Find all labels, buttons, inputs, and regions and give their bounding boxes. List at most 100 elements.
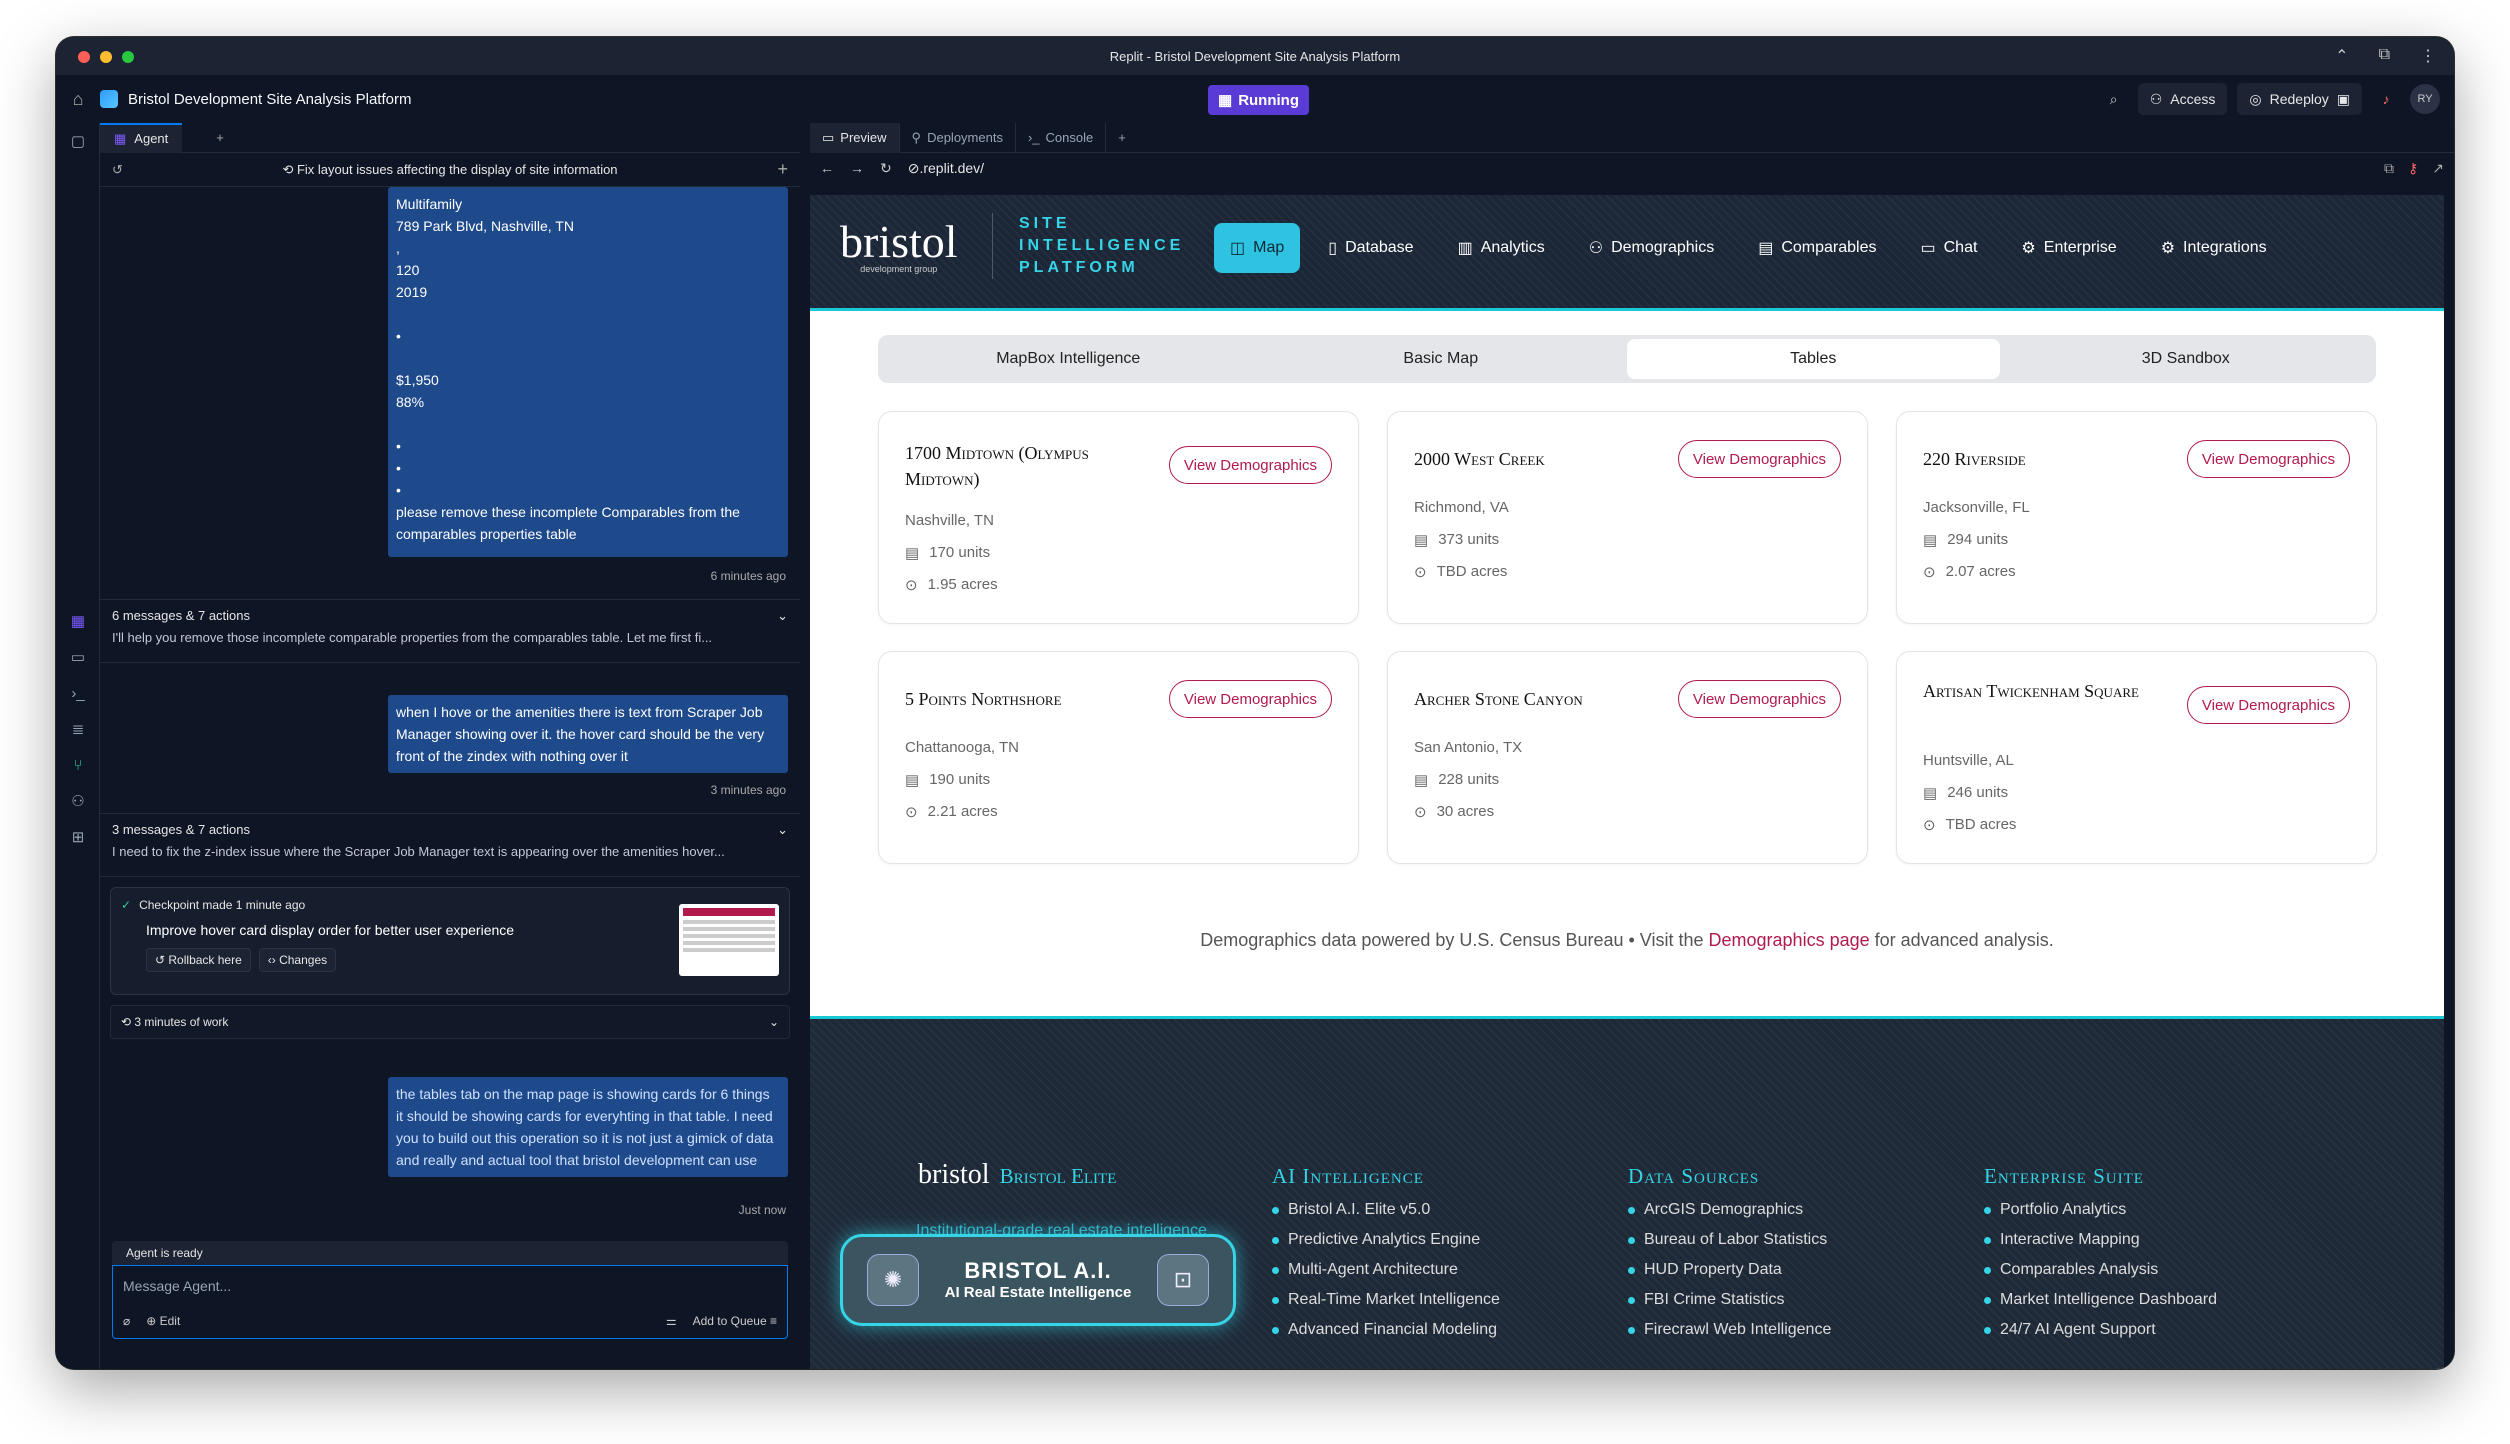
msg-line: 2019: [396, 284, 428, 300]
footer-link[interactable]: 24/7 AI Agent Support: [1984, 1321, 2217, 1339]
actions-summary[interactable]: 6 messages & 7 actions ⌄ I'll help you rem…: [100, 599, 800, 663]
footer-link[interactable]: Firecrawl Web Intelligence: [1628, 1321, 1831, 1339]
database-icon: ▯: [1328, 240, 1338, 257]
redeploy-button[interactable]: ◎ Redeploy ▣: [2237, 83, 2362, 115]
tab-preview[interactable]: ▭ Preview: [810, 122, 900, 153]
nav-chat[interactable]: ▭ Chat: [1905, 223, 1994, 273]
key-icon[interactable]: ⚷: [2408, 160, 2418, 177]
access-button[interactable]: ⚇ Access: [2137, 83, 2228, 115]
nav-map[interactable]: ◫ Map: [1214, 223, 1301, 273]
demographics-page-link[interactable]: Demographics page: [1709, 930, 1870, 950]
new-task-icon[interactable]: +: [777, 159, 788, 180]
chart-icon: ▥: [1457, 240, 1473, 257]
building-icon: ▤: [905, 545, 920, 562]
forward-icon[interactable]: →: [850, 160, 864, 176]
message-input[interactable]: Message Agent... ⌀ ⊕ Edit ⚌ Add to Queue ≡: [112, 1265, 788, 1339]
add-tab-icon[interactable]: +: [1106, 123, 1138, 153]
history-icon[interactable]: ↺: [112, 162, 123, 178]
view-demographics-button[interactable]: View Demographics: [1168, 680, 1332, 718]
add-to-queue-button[interactable]: Add to Queue ≡: [693, 1314, 777, 1328]
tab-deployments[interactable]: ⚲ Deployments: [900, 122, 1016, 153]
agent-icon[interactable]: ▦: [56, 603, 100, 639]
search-icon[interactable]: ⌕: [2100, 91, 2128, 108]
property-acres: 2.21 acres: [927, 803, 998, 820]
project-icon: [100, 90, 118, 108]
tab-console[interactable]: ›_ Console: [1016, 122, 1107, 153]
view-demographics-button[interactable]: View Demographics: [1677, 680, 1841, 718]
attach-icon[interactable]: ⌀: [123, 1314, 130, 1328]
property-name: Archer Stone Canyon: [1414, 689, 1583, 709]
close-window-button[interactable]: [78, 51, 90, 63]
footer-link[interactable]: Bristol A.I. Elite v5.0: [1272, 1201, 1500, 1219]
footer-logo: bristol Bristol Elite: [918, 1159, 1117, 1190]
open-external-icon[interactable]: ↗: [2432, 160, 2444, 177]
chevron-down-icon: ⌄: [777, 822, 788, 837]
tab-tables[interactable]: Tables: [1627, 339, 2000, 379]
preview-icon[interactable]: ▭: [56, 639, 100, 675]
changes-button[interactable]: ‹› Changes: [258, 948, 337, 972]
nav-analytics[interactable]: ▥ Analytics: [1442, 223, 1561, 273]
chevron-up-icon[interactable]: ⌃: [2335, 46, 2348, 66]
footer-link[interactable]: Bureau of Labor Statistics: [1628, 1231, 1831, 1249]
building-icon: ▤: [1414, 772, 1429, 789]
more-icon[interactable]: ⋮: [2420, 46, 2436, 66]
maximize-window-button[interactable]: [122, 51, 134, 63]
apps-icon[interactable]: ⊞: [56, 819, 100, 855]
nav-demographics[interactable]: ⚇ Demographics: [1573, 223, 1731, 273]
bristol-logo[interactable]: bristol development group: [840, 215, 958, 274]
project-title[interactable]: Bristol Development Site Analysis Platfo…: [100, 90, 411, 108]
footer-link[interactable]: Interactive Mapping: [1984, 1231, 2217, 1249]
nav-database[interactable]: ▯ Database: [1312, 223, 1429, 273]
chat-icon: ▭: [1920, 240, 1936, 257]
rollback-button[interactable]: ↺ Rollback here: [146, 948, 251, 972]
tab-agent[interactable]: ▦ Agent: [100, 122, 183, 153]
checkpoint-title: Checkpoint made 1 minute ago: [139, 898, 306, 912]
footer-link[interactable]: Advanced Financial Modeling: [1272, 1321, 1500, 1339]
footer-link[interactable]: Comparables Analysis: [1984, 1261, 2217, 1279]
footer-link[interactable]: ArcGIS Demographics: [1628, 1201, 1831, 1219]
edit-button[interactable]: ⊕ Edit: [146, 1314, 180, 1328]
tab-3d-sandbox[interactable]: 3D Sandbox: [2000, 339, 2373, 379]
view-demographics-button[interactable]: View Demographics: [1677, 440, 1841, 478]
footer-link[interactable]: HUD Property Data: [1628, 1261, 1831, 1279]
puzzle-icon[interactable]: ⧉: [2379, 46, 2390, 66]
footer-link[interactable]: Portfolio Analytics: [1984, 1201, 2217, 1219]
bristol-ai-button[interactable]: ✺ BRISTOL A.I. AI Real Estate Intelligenc…: [840, 1234, 1236, 1326]
git-icon[interactable]: ⑂: [56, 747, 100, 783]
avatar[interactable]: RY: [2410, 84, 2440, 114]
nav-comparables[interactable]: ▤ Comparables: [1742, 223, 1892, 273]
view-demographics-button[interactable]: View Demographics: [2186, 440, 2350, 478]
settings-icon[interactable]: ⚌: [666, 1314, 677, 1328]
actions-summary[interactable]: 3 messages & 7 actions ⌄ I need to fix the…: [100, 813, 800, 877]
home-icon[interactable]: ⌂: [56, 89, 100, 110]
url-field[interactable]: ⊘.replit.dev/: [908, 160, 984, 177]
devtools-icon[interactable]: ⧉: [2384, 160, 2394, 177]
footer-link[interactable]: Predictive Analytics Engine: [1272, 1231, 1500, 1249]
agent-pane: ▦ Agent + ↺ ⟲ Fix layout issues affecting t…: [100, 122, 800, 1369]
property-acres: 30 acres: [1436, 803, 1495, 820]
database-icon[interactable]: ≣: [56, 711, 100, 747]
back-icon[interactable]: ←: [820, 160, 834, 176]
window-title: Replit - Bristol Development Site Analys…: [1109, 48, 1401, 64]
tab-mapbox[interactable]: MapBox Intelligence: [882, 339, 1255, 379]
view-demographics-button[interactable]: View Demographics: [2186, 686, 2350, 724]
minimize-window-button[interactable]: [100, 51, 112, 63]
pin-icon: ⊙: [1414, 564, 1427, 581]
reload-icon[interactable]: ↻: [880, 160, 892, 177]
user-icon[interactable]: ⚇: [56, 783, 100, 819]
running-button[interactable]: ▦ Running: [1208, 85, 1310, 115]
work-summary[interactable]: ⟲ 3 minutes of work ⌄: [110, 1005, 790, 1039]
add-tab-icon[interactable]: +: [216, 130, 224, 145]
nav-integrations[interactable]: ⚙ Integrations: [2145, 223, 2283, 273]
bell-icon[interactable]: ♪: [2372, 91, 2400, 107]
footer-link[interactable]: Market Intelligence Dashboard: [1984, 1291, 2217, 1309]
nav-enterprise[interactable]: ⚙ Enterprise: [2005, 223, 2132, 273]
view-demographics-button[interactable]: View Demographics: [1168, 446, 1332, 484]
files-icon[interactable]: ▢: [56, 123, 100, 159]
tab-basic-map[interactable]: Basic Map: [1255, 339, 1628, 379]
checkpoint-thumbnail[interactable]: [679, 904, 779, 976]
shell-icon[interactable]: ›_: [56, 675, 100, 711]
footer-link[interactable]: FBI Crime Statistics: [1628, 1291, 1831, 1309]
footer-link[interactable]: Multi-Agent Architecture: [1272, 1261, 1500, 1279]
footer-link[interactable]: Real-Time Market Intelligence: [1272, 1291, 1500, 1309]
